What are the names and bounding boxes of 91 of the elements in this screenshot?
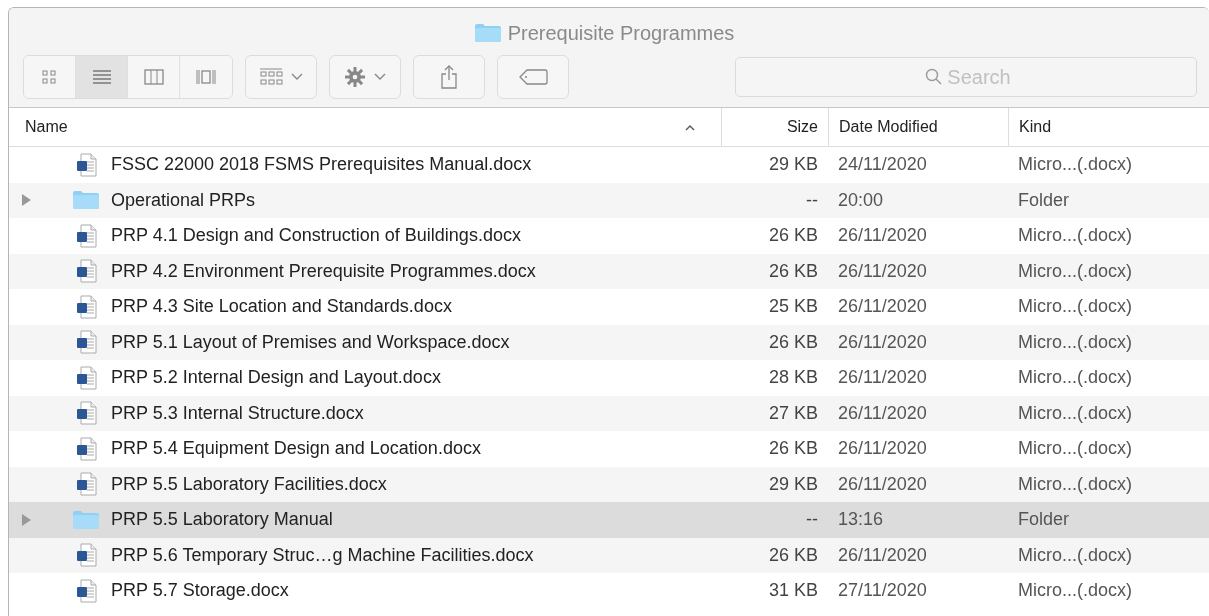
- date-modified: 26/11/2020: [838, 438, 927, 460]
- document-icon: [75, 436, 97, 461]
- file-kind: Micro...(.docx): [1018, 154, 1132, 176]
- file-size: 26 KB: [768, 544, 818, 566]
- date-modified: 27/11/2020: [838, 580, 927, 602]
- file-name[interactable]: PRP 4.1 Design and Construction of Buildings.docx: [111, 225, 521, 247]
- list-view-button[interactable]: [76, 56, 128, 98]
- share-button[interactable]: [413, 55, 485, 99]
- date-modified: 26/11/2020: [838, 473, 927, 495]
- file-name[interactable]: PRP 4.3 Site Location and Standards.docx: [111, 296, 452, 318]
- date-modified: 26/11/2020: [838, 544, 927, 566]
- file-name[interactable]: PRP 5.6 Temporary Struc…g Machine Facilities.docx: [111, 544, 534, 566]
- date-modified: 26/11/2020: [838, 367, 927, 389]
- caret-icon: [291, 73, 303, 81]
- file-kind: Micro...(.docx): [1018, 544, 1132, 566]
- document-icon: [75, 578, 97, 603]
- document-icon: [75, 472, 97, 497]
- group-button[interactable]: [245, 55, 317, 99]
- size-column-header[interactable]: Size: [721, 108, 828, 146]
- disclosure-triangle-icon[interactable]: [21, 513, 33, 526]
- date-modified: 26/11/2020: [838, 260, 927, 282]
- file-size: 29 KB: [768, 473, 818, 495]
- file-size: --: [806, 509, 818, 531]
- tag-icon: [518, 68, 548, 86]
- file-kind: Folder: [1018, 509, 1070, 531]
- file-name[interactable]: FSSC 22000 2018 FSMS Prerequisites Manual.docx: [111, 154, 532, 176]
- file-kind: Micro...(.docx): [1018, 402, 1132, 424]
- file-size: 31 KB: [768, 580, 818, 602]
- file-kind: Micro...(.docx): [1018, 580, 1132, 602]
- file-name[interactable]: PRP 5.5 Laboratory Manual: [111, 509, 333, 531]
- file-kind: Micro...(.docx): [1018, 331, 1132, 353]
- file-name[interactable]: Operational PRPs: [111, 189, 256, 211]
- date-modified: 24/11/2020: [838, 154, 927, 176]
- file-name[interactable]: PRP 5.1 Layout of Premises and Workspace.docx: [111, 331, 510, 353]
- grid-icon: [259, 67, 283, 87]
- document-icon: [75, 294, 97, 319]
- icon-view-button[interactable]: [24, 56, 76, 98]
- document-icon: [75, 365, 97, 390]
- file-size: 26 KB: [768, 331, 818, 353]
- file-kind: Micro...(.docx): [1018, 225, 1132, 247]
- date-modified: 26/11/2020: [838, 296, 927, 318]
- file-size: 26 KB: [768, 438, 818, 460]
- tag-button[interactable]: [497, 55, 569, 99]
- file-name[interactable]: PRP 5.2 Internal Design and Layout.docx: [111, 367, 441, 389]
- file-name[interactable]: PRP 4.2 Environment Prerequisite Programmes.docx: [111, 260, 536, 282]
- file-size: 28 KB: [768, 367, 818, 389]
- date-modified: 13:16: [838, 509, 884, 531]
- date-modified: 26/11/2020: [838, 225, 927, 247]
- file-kind: Micro...(.docx): [1018, 296, 1132, 318]
- file-kind: Micro...(.docx): [1018, 367, 1132, 389]
- file-size: 27 KB: [768, 402, 818, 424]
- columns-icon: [143, 68, 164, 86]
- caret-icon: [374, 73, 386, 81]
- document-icon: [75, 401, 97, 426]
- list-icon: [91, 68, 112, 86]
- document-icon: [75, 152, 97, 177]
- file-size: 25 KB: [768, 296, 818, 318]
- date-modified: 26/11/2020: [838, 331, 927, 353]
- file-kind: Folder: [1018, 189, 1070, 211]
- kind-column-header[interactable]: Kind: [1008, 108, 1209, 146]
- selected-row-background[interactable]: PRP 5.5 Laboratory Manual -- 13:16 Folder: [9, 502, 1209, 538]
- settings-button[interactable]: [329, 55, 401, 99]
- sort-caret-icon: [685, 123, 695, 131]
- file-kind: Micro...(.docx): [1018, 438, 1132, 460]
- date-modified: 26/11/2020: [838, 402, 927, 424]
- folder-icon: [473, 23, 502, 43]
- file-name[interactable]: PRP 5.3 Internal Structure.docx: [111, 402, 364, 424]
- file-size: 29 KB: [768, 154, 818, 176]
- document-icon: [75, 330, 97, 355]
- file-size: --: [806, 189, 818, 211]
- file-size: 26 KB: [768, 260, 818, 282]
- date-modified: 20:00: [838, 189, 884, 211]
- file-name[interactable]: PRP 5.7 Storage.docx: [111, 580, 289, 602]
- file-kind: Micro...(.docx): [1018, 260, 1132, 282]
- file-kind: Micro...(.docx): [1018, 473, 1132, 495]
- folder-icon: [72, 190, 100, 211]
- file-size: 26 KB: [768, 225, 818, 247]
- folder-icon: [72, 509, 100, 530]
- file-name[interactable]: PRP 5.4 Equipment Design and Location.docx: [111, 438, 481, 460]
- gallery-icon: [196, 68, 216, 86]
- file-name[interactable]: PRP 5.5 Laboratory Facilities.docx: [111, 473, 387, 495]
- document-icon: [75, 223, 97, 248]
- window-title: Prerequisite Programmes: [507, 21, 735, 45]
- name-column-header[interactable]: Name: [9, 108, 721, 146]
- document-icon: [75, 259, 97, 284]
- date-modified-column-header[interactable]: Date Modified: [828, 108, 1008, 146]
- view-mode-control[interactable]: [23, 55, 233, 99]
- share-icon: [440, 65, 458, 89]
- gear-icon: [344, 66, 366, 88]
- document-icon: [75, 543, 97, 568]
- disclosure-triangle-icon[interactable]: [21, 194, 33, 207]
